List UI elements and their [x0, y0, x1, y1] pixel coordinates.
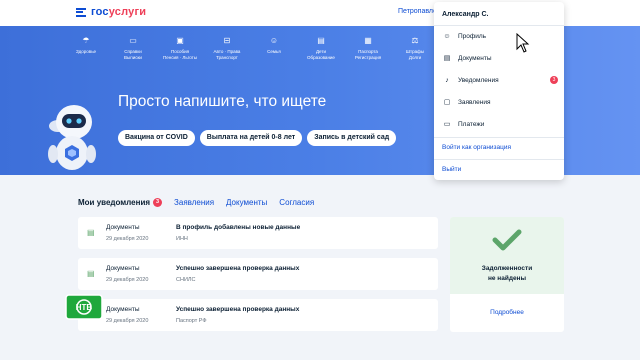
logo-part-uslugi: услуги [108, 6, 147, 18]
passport-icon: ▦ [364, 36, 372, 45]
chip-kindergarten[interactable]: Запись в детский сад [307, 130, 397, 146]
user-dropdown-menu: Александр С. ☺ Профиль ▤ Документы ♪ Уве… [434, 2, 564, 180]
menu-item-label: Уведомления [458, 76, 499, 84]
document-icon: ▤ [87, 269, 95, 278]
menu-divider [434, 137, 564, 138]
notifications-badge: 3 [550, 76, 558, 84]
notifications-tabs: Мои уведомления 3 Заявления Документы Сог… [78, 198, 326, 207]
user-name[interactable]: Александр С. [442, 11, 488, 18]
debt-details-link[interactable]: Подробнее [450, 309, 564, 316]
tab-label: Мои уведомления [78, 198, 151, 207]
notification-date: 29 декабря 2020 [106, 318, 149, 324]
login-as-organization-link[interactable]: Войти как организация [442, 144, 511, 151]
debt-status-text: Задолженности не найдены [481, 265, 533, 282]
user-icon: ☺ [443, 32, 451, 40]
notification-date: 29 декабря 2020 [106, 236, 149, 242]
robot-assistant-icon [48, 105, 96, 170]
category-family[interactable]: ☺ Семья [256, 36, 292, 61]
hero-title: Просто напишите, что ищете [118, 93, 327, 110]
category-label: Пособия Пенсия · Льготы [163, 49, 197, 60]
menu-item-label: Профиль [458, 32, 487, 40]
menu-item-applications[interactable]: ▢ Заявления [442, 95, 558, 109]
category-label: Авто · Права Транспорт [213, 49, 241, 60]
notification-type: Документы [106, 306, 140, 313]
checkmark-icon [492, 229, 522, 251]
menu-lines-icon [76, 7, 86, 17]
category-label: Справки Выписки [124, 49, 142, 60]
notification-subtitle: Паспорт РФ [176, 318, 207, 324]
menu-divider [434, 159, 564, 160]
category-auto[interactable]: ⊟ Авто · Права Транспорт [209, 36, 245, 61]
chip-child-payment[interactable]: Выплата на детей 0-8 лет [199, 130, 303, 146]
notification-type: Документы [106, 224, 140, 231]
category-benefits[interactable]: ▣ Пособия Пенсия · Льготы [162, 36, 198, 61]
logout-link[interactable]: Выйти [442, 166, 461, 173]
mouse-cursor-icon [516, 33, 530, 53]
chip-covid-vaccine[interactable]: Вакцина от COVID [118, 130, 195, 146]
tab-my-notifications[interactable]: Мои уведомления 3 [78, 198, 163, 207]
notification-subtitle: СНИЛС [176, 277, 196, 283]
logo-part-gos: гос [91, 6, 109, 18]
tab-consents[interactable]: Согласия [279, 198, 314, 207]
notification-title: В профиль добавлены новые данные [176, 224, 301, 231]
tab-applications[interactable]: Заявления [174, 198, 214, 207]
category-label: Здоровье [75, 49, 97, 54]
wallet-icon: ▣ [176, 36, 184, 45]
menu-item-documents[interactable]: ▤ Документы [442, 51, 558, 65]
umbrella-icon: ☂ [82, 36, 90, 45]
list-item[interactable]: ▤ Документы 29 декабря 2020 В профиль до… [78, 217, 438, 249]
notification-title: Успешно завершена проверка данных [176, 306, 300, 313]
application-icon: ▢ [443, 99, 451, 106]
bell-icon: ♪ [445, 76, 449, 84]
gosuslugi-logo[interactable]: госуслуги [76, 6, 146, 18]
notifications-count-badge: 3 [153, 198, 163, 207]
quick-chips: Вакцина от COVID Выплата на детей 0-8 ле… [118, 130, 397, 146]
category-nav: ☂ Здоровье ▭ Справки Выписки ▣ Пособия П… [68, 36, 444, 61]
book-icon: ▤ [317, 36, 325, 45]
category-label: Штрафы Долги [405, 49, 425, 60]
category-passports[interactable]: ▦ Паспорта Регистрация [350, 36, 386, 61]
notification-type: Документы [106, 265, 140, 272]
card-icon: ▭ [443, 121, 451, 128]
category-certificates[interactable]: ▭ Справки Выписки [115, 36, 151, 61]
category-health[interactable]: ☂ Здоровье [68, 36, 104, 61]
category-children[interactable]: ▤ Дети Образование [303, 36, 339, 61]
notification-title: Успешно завершена проверка данных [176, 265, 300, 272]
menu-item-label: Заявления [458, 98, 491, 106]
list-item[interactable]: ▤ Документы 29 декабря 2020 Успешно заве… [78, 258, 438, 290]
debt-status-card: Задолженности не найдены Подробнее [450, 217, 564, 332]
list-item[interactable]: ▤ Документы 29 декабря 2020 Успешно заве… [78, 299, 438, 331]
notification-date: 29 декабря 2020 [106, 277, 149, 283]
document-icon: ▤ [87, 228, 95, 237]
svg-text:НТВ: НТВ [76, 303, 93, 312]
document-icon: ▤ [443, 55, 451, 62]
family-icon: ☺ [269, 36, 279, 45]
category-fines[interactable]: ⚖ Штрафы Долги [397, 36, 433, 61]
ntv-channel-logo: НТВ [65, 294, 103, 320]
menu-item-label: Платежи [458, 120, 485, 128]
car-icon: ⊟ [223, 36, 231, 45]
logo-text: госуслуги [91, 6, 146, 18]
category-label: Паспорта Регистрация [354, 49, 382, 60]
menu-item-notifications[interactable]: ♪ Уведомления 3 [442, 73, 558, 87]
menu-item-payments[interactable]: ▭ Платежи [442, 117, 558, 131]
notification-subtitle: ИНН [176, 236, 188, 242]
category-label: Дети Образование [307, 49, 335, 60]
gavel-icon: ⚖ [411, 36, 419, 45]
menu-item-profile[interactable]: ☺ Профиль [442, 29, 558, 43]
tab-documents[interactable]: Документы [226, 198, 267, 207]
menu-item-label: Документы [458, 54, 492, 62]
menu-divider [434, 25, 564, 26]
category-label: Семья [267, 49, 281, 54]
folder-icon: ▭ [129, 36, 137, 45]
